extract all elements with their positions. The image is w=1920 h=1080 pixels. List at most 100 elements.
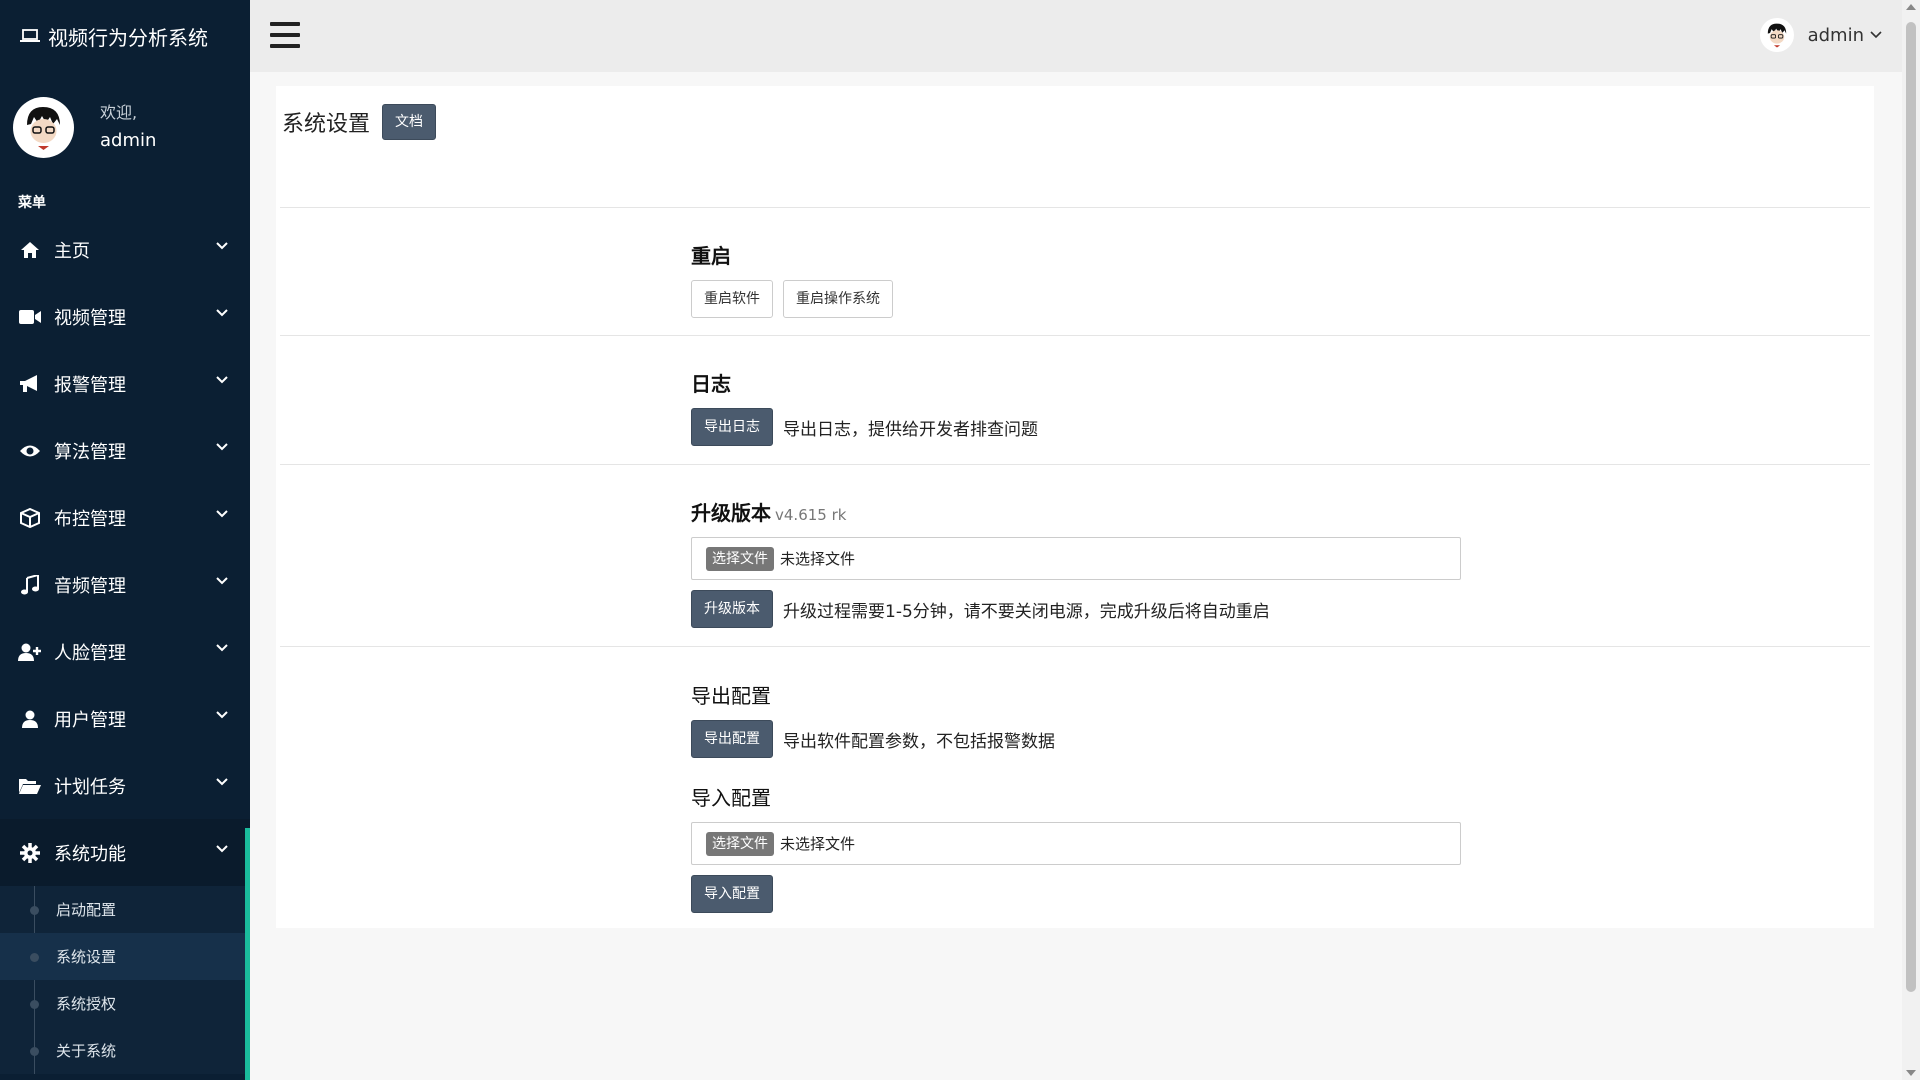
- chevron-down-icon: [216, 644, 228, 652]
- topbar: admin: [250, 0, 1902, 72]
- video-camera-icon: [18, 305, 42, 329]
- sidebar-item-system[interactable]: 系统功能: [0, 819, 250, 886]
- sidebar-item-video[interactable]: 视频管理: [0, 283, 250, 350]
- page-title: 系统设置: [282, 112, 371, 137]
- chevron-down-icon: [216, 376, 228, 384]
- submenu-item-settings[interactable]: 系统设置: [0, 933, 250, 980]
- upgrade-title: 升级版本: [691, 501, 771, 525]
- chevron-down-icon: [216, 242, 228, 250]
- eye-icon: [18, 439, 42, 463]
- divider: [280, 464, 1870, 465]
- sidebar-item-schedule[interactable]: 计划任务: [0, 752, 250, 819]
- export-config-button[interactable]: 导出配置: [691, 720, 773, 758]
- user-menu[interactable]: admin: [1759, 18, 1882, 52]
- sidebar-item-audio[interactable]: 音频管理: [0, 551, 250, 618]
- submenu-item-license[interactable]: 系统授权: [0, 980, 250, 1027]
- chevron-down-icon: [216, 778, 228, 786]
- chevron-down-icon: [216, 443, 228, 451]
- scrollbar[interactable]: [1902, 0, 1920, 1080]
- bullet-dot: [30, 953, 39, 962]
- chevron-down-icon: [216, 510, 228, 518]
- sidebar-item-label: 视频管理: [54, 307, 126, 329]
- choose-file-button[interactable]: 选择文件: [706, 831, 774, 856]
- active-indicator: [245, 828, 250, 1080]
- sidebar-item-alarm[interactable]: 报警管理: [0, 350, 250, 417]
- export-log-button[interactable]: 导出日志: [691, 408, 773, 446]
- export-log-description: 导出日志，提供给开发者排查问题: [783, 419, 1038, 440]
- upgrade-description: 升级过程需要1-5分钟，请不要关闭电源，完成升级后将自动重启: [783, 601, 1270, 622]
- restart-os-button[interactable]: 重启操作系统: [783, 280, 893, 318]
- folder-open-icon: [18, 774, 42, 798]
- menu-toggle-icon[interactable]: [270, 22, 300, 48]
- submenu-label: 关于系统: [56, 1042, 117, 1060]
- user-plus-icon: [18, 640, 42, 664]
- section-title: 升级版本 v4.615 rk: [691, 499, 1461, 527]
- user-icon: [18, 707, 42, 731]
- import-config-button[interactable]: 导入配置: [691, 875, 773, 913]
- chevron-down-icon: [216, 711, 228, 719]
- section-title: 导出配置: [691, 684, 771, 708]
- sidebar-item-label: 系统功能: [54, 843, 126, 865]
- import-file-input[interactable]: 选择文件 未选择文件: [691, 822, 1461, 865]
- section-title: 重启: [691, 244, 731, 268]
- choose-file-button[interactable]: 选择文件: [706, 546, 774, 571]
- upgrade-button[interactable]: 升级版本: [691, 590, 773, 628]
- scroll-down-arrow-icon[interactable]: [1906, 1070, 1916, 1076]
- app-title: 视频行为分析系统: [48, 25, 208, 50]
- divider: [280, 335, 1870, 336]
- chevron-down-icon: [1870, 31, 1882, 39]
- laptop-icon: [20, 29, 40, 42]
- file-status: 未选择文件: [780, 550, 856, 568]
- restart-software-button[interactable]: 重启软件: [691, 280, 773, 318]
- brand[interactable]: 视频行为分析系统: [0, 0, 250, 72]
- sidebar-item-label: 人脸管理: [54, 642, 126, 664]
- music-icon: [18, 573, 42, 597]
- submenu-item-startup[interactable]: 启动配置: [0, 886, 250, 933]
- avatar: [13, 96, 74, 158]
- chevron-down-icon: [216, 577, 228, 585]
- megaphone-icon: [18, 372, 42, 396]
- file-status: 未选择文件: [780, 835, 856, 853]
- sidebar-item-label: 用户管理: [54, 709, 126, 731]
- sidebar-item-face[interactable]: 人脸管理: [0, 618, 250, 685]
- import-config-section: 导入配置 选择文件 未选择文件 导入配置: [691, 784, 1461, 913]
- sidebar-item-label: 报警管理: [54, 374, 126, 396]
- cube-icon: [18, 506, 42, 530]
- user-name: admin: [1807, 24, 1864, 46]
- export-config-description: 导出软件配置参数，不包括报警数据: [783, 731, 1055, 752]
- scroll-up-arrow-icon[interactable]: [1906, 4, 1916, 10]
- home-icon: [18, 238, 42, 262]
- export-config-section: 导出配置 导出配置 导出软件配置参数，不包括报警数据: [691, 682, 1055, 758]
- chevron-down-icon: [216, 845, 228, 853]
- sidebar-item-label: 音频管理: [54, 575, 126, 597]
- submenu-label: 系统设置: [56, 948, 117, 966]
- submenu-label: 系统授权: [56, 995, 117, 1013]
- sidebar-item-algorithm[interactable]: 算法管理: [0, 417, 250, 484]
- sidebar-item-label: 算法管理: [54, 441, 126, 463]
- sidebar: 视频行为分析系统 欢迎, admin 菜单 主页 视频管理 报警管理 算法管理 …: [0, 0, 250, 1080]
- scrollbar-thumb[interactable]: [1906, 22, 1916, 992]
- sidebar-item-label: 计划任务: [54, 776, 126, 798]
- upgrade-section: 升级版本 v4.615 rk 选择文件 未选择文件 升级版本 升级过程需要1-5分…: [691, 499, 1461, 628]
- sidebar-item-deploy[interactable]: 布控管理: [0, 484, 250, 551]
- section-title: 日志: [691, 372, 731, 396]
- gear-icon: [18, 841, 42, 865]
- menu-title: 菜单: [18, 195, 46, 211]
- chevron-down-icon: [216, 309, 228, 317]
- divider: [280, 646, 1870, 647]
- sidebar-item-users[interactable]: 用户管理: [0, 685, 250, 752]
- logs-section: 日志 导出日志 导出日志，提供给开发者排查问题: [691, 370, 1038, 446]
- welcome-text: 欢迎,: [100, 103, 138, 122]
- sidebar-item-label: 主页: [54, 240, 90, 262]
- restart-section: 重启 重启软件 重启操作系统: [691, 242, 903, 318]
- bullet-dot: [30, 1047, 39, 1056]
- section-title: 导入配置: [691, 786, 771, 810]
- version-label: v4.615 rk: [775, 506, 847, 524]
- submenu-label: 启动配置: [56, 901, 117, 919]
- submenu-item-about[interactable]: 关于系统: [0, 1027, 250, 1074]
- sidebar-item-home[interactable]: 主页: [0, 216, 250, 283]
- page-header: 系统设置 文档: [282, 104, 437, 140]
- upgrade-file-input[interactable]: 选择文件 未选择文件: [691, 537, 1461, 580]
- system-submenu: 启动配置 系统设置 系统授权 关于系统: [0, 886, 250, 1074]
- doc-button[interactable]: 文档: [382, 104, 437, 140]
